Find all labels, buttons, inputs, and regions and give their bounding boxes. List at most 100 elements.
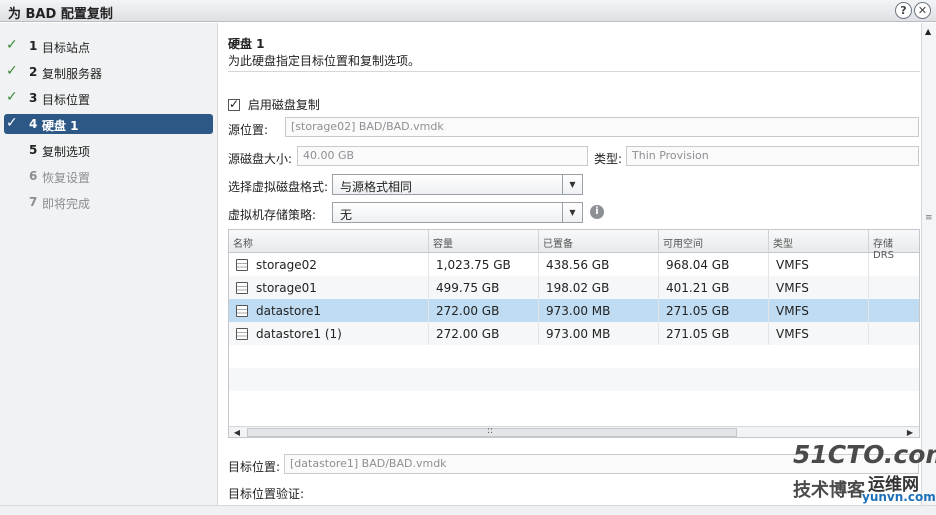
col-capacity[interactable]: 容量 (429, 230, 539, 253)
wizard-steps: ✓ 1 目标站点 ✓ 2 复制服务器 ✓ 3 目标位置 ✓ 4 硬盘 1 5 复… (0, 23, 218, 505)
enable-replication-checkbox[interactable] (228, 97, 240, 111)
step-label: 目标站点 (42, 41, 91, 55)
vertical-scrollbar[interactable]: ▲ ≡ (921, 23, 936, 505)
main-panel: 硬盘 1 为此硬盘指定目标位置和复制选项。 启用磁盘复制 源位置: [stora… (219, 23, 921, 505)
size-label: 源磁盘大小: (228, 152, 293, 166)
policy-label: 虚拟机存储策略: (228, 208, 317, 222)
watermark-text: 51CTO.com (793, 440, 936, 469)
cell-provisioned: 438.56 GB (539, 253, 659, 276)
step-label: 目标位置 (42, 93, 91, 107)
chevron-down-icon[interactable]: ▼ (562, 175, 582, 194)
format-value: 与源格式相同 (340, 180, 413, 194)
datastore-icon (236, 305, 248, 317)
cell-name: datastore1 (1) (256, 327, 342, 341)
watermark-text: 技术博客 (793, 480, 865, 501)
step-number: 4 (29, 117, 38, 131)
cell-provisioned: 198.02 GB (539, 276, 659, 299)
cell-type: VMFS (769, 253, 869, 276)
cell-capacity: 272.00 GB (429, 322, 539, 345)
page-title: 硬盘 1 (228, 37, 265, 51)
step-1[interactable]: ✓ 1 目标站点 (4, 36, 213, 56)
step-4[interactable]: ✓ 4 硬盘 1 (4, 114, 213, 134)
col-name[interactable]: 名称 (229, 230, 429, 253)
format-select[interactable]: 与源格式相同 ▼ (332, 174, 583, 195)
table-row[interactable]: storage01 499.75 GB 198.02 GB 401.21 GB … (229, 276, 919, 299)
cell-name: storage01 (256, 281, 317, 295)
table-header: 名称 容量 已置备 可用空间 类型 存储 DRS (229, 230, 919, 261)
cell-drs (869, 276, 919, 299)
step-label: 即将完成 (42, 197, 91, 211)
step-number: 3 (29, 91, 38, 105)
bottom-scrollbar[interactable] (0, 505, 936, 515)
grip-icon: ≡ (925, 213, 933, 223)
scroll-right-icon[interactable]: ▶ (903, 427, 917, 437)
step-number: 1 (29, 39, 38, 53)
datastore-icon (236, 328, 248, 340)
scroll-left-icon[interactable]: ◀ (230, 427, 244, 437)
scroll-up-icon[interactable]: ▲ (925, 27, 931, 36)
page-subtitle: 为此硬盘指定目标位置和复制选项。 (228, 54, 421, 68)
title-bar: 为 BAD 配置复制 ? ✕ (0, 0, 936, 22)
verify-label: 目标位置验证: (228, 487, 305, 501)
step-7: 7 即将完成 (4, 192, 213, 212)
col-type[interactable]: 类型 (769, 230, 869, 253)
target-label: 目标位置: (228, 460, 281, 474)
step-3[interactable]: ✓ 3 目标位置 (4, 88, 213, 108)
cell-type: VMFS (769, 299, 869, 322)
step-number: 7 (29, 195, 38, 209)
check-icon: ✓ (6, 115, 18, 131)
step-label: 复制服务器 (42, 67, 103, 81)
cell-capacity: 1,023.75 GB (429, 253, 539, 276)
step-number: 2 (29, 65, 38, 79)
type-field: Thin Provision (626, 146, 919, 166)
step-label: 恢复设置 (42, 171, 91, 185)
source-field: [storage02] BAD/BAD.vmdk (285, 117, 919, 137)
step-6: 6 恢复设置 (4, 166, 213, 186)
grip-icon: :: (487, 426, 494, 436)
datastore-icon (236, 259, 248, 271)
source-label: 源位置: (228, 123, 269, 137)
empty-row (229, 345, 919, 368)
policy-select[interactable]: 无 ▼ (332, 202, 583, 223)
col-free[interactable]: 可用空间 (659, 230, 769, 253)
check-icon: ✓ (6, 63, 18, 79)
datastore-table: 名称 容量 已置备 可用空间 类型 存储 DRS storage02 1,023… (228, 229, 920, 438)
cell-capacity: 499.75 GB (429, 276, 539, 299)
size-field: 40.00 GB (297, 146, 588, 166)
step-number: 5 (29, 143, 38, 157)
chevron-down-icon[interactable]: ▼ (562, 203, 582, 222)
type-label: 类型: (594, 152, 623, 166)
cell-drs (869, 322, 919, 345)
info-icon[interactable]: i (590, 205, 604, 219)
empty-row (229, 391, 919, 414)
step-label: 复制选项 (42, 145, 91, 159)
step-2[interactable]: ✓ 2 复制服务器 (4, 62, 213, 82)
cell-provisioned: 973.00 MB (539, 299, 659, 322)
col-provisioned[interactable]: 已置备 (539, 230, 659, 253)
datastore-icon (236, 282, 248, 294)
col-drs[interactable]: 存储 DRS (869, 230, 919, 261)
step-number: 6 (29, 169, 38, 183)
step-5[interactable]: 5 复制选项 (4, 140, 213, 160)
cell-drs (869, 299, 919, 322)
cell-capacity: 272.00 GB (429, 299, 539, 322)
watermark-text: yunvn.com (862, 490, 936, 504)
step-label: 硬盘 1 (42, 119, 79, 133)
table-row-selected[interactable]: datastore1 272.00 GB 973.00 MB 271.05 GB… (229, 299, 919, 322)
table-row[interactable]: datastore1 (1) 272.00 GB 973.00 MB 271.0… (229, 322, 919, 345)
cell-free: 968.04 GB (659, 253, 769, 276)
window-title: 为 BAD 配置复制 (8, 7, 113, 22)
cell-name: datastore1 (256, 304, 322, 318)
help-button[interactable]: ? (895, 2, 912, 19)
cell-provisioned: 973.00 MB (539, 322, 659, 345)
empty-row (229, 368, 919, 391)
check-icon: ✓ (6, 37, 18, 53)
enable-replication-label: 启用磁盘复制 (247, 98, 320, 112)
close-button[interactable]: ✕ (914, 2, 931, 19)
horizontal-scrollbar[interactable]: ◀ :: ▶ (229, 426, 919, 437)
enable-replication-row[interactable]: 启用磁盘复制 (228, 96, 320, 113)
cell-type: VMFS (769, 276, 869, 299)
cell-type: VMFS (769, 322, 869, 345)
cell-free: 271.05 GB (659, 299, 769, 322)
table-row[interactable]: storage02 1,023.75 GB 438.56 GB 968.04 G… (229, 253, 919, 276)
